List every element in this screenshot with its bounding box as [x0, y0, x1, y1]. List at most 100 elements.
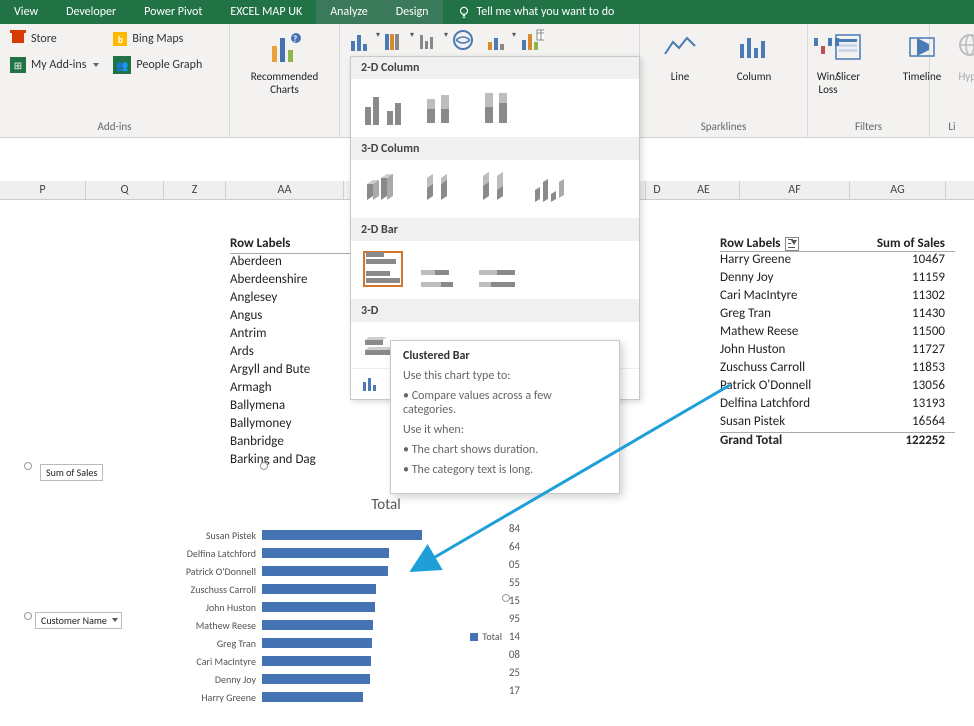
tab-powerpivot[interactable]: Power Pivot — [130, 0, 216, 24]
axis-fragment: 84640555159514082517 — [500, 520, 520, 700]
hyperlink-button[interactable]: Hype — [940, 28, 974, 87]
chart-bar-row[interactable]: Mathew Reese — [156, 616, 436, 634]
legend-swatch — [470, 633, 478, 641]
chart-bar-row[interactable]: Susan Pistek — [156, 526, 436, 544]
tab-analyze[interactable]: Analyze — [316, 0, 382, 24]
pivot-left-row[interactable]: Ballymoney — [230, 416, 358, 434]
tab-view[interactable]: View — [0, 0, 52, 24]
peoplegraph-label: People Graph — [136, 58, 202, 72]
pivot-right-row[interactable]: Delfina Latchford13193 — [720, 396, 955, 414]
tellme-search[interactable]: Tell me what you want to do — [443, 5, 629, 19]
slicer-button[interactable]: Slicer — [818, 28, 878, 87]
col-header-q[interactable]: Q — [86, 181, 164, 199]
chart-field-customer[interactable]: Customer Name — [35, 612, 122, 629]
bingmaps-button[interactable]: b Bing Maps — [113, 28, 202, 50]
bar-label: Greg Tran — [156, 637, 256, 650]
pivot-left-row[interactable]: Aberdeen — [230, 254, 358, 272]
col-header-ae[interactable]: AE — [668, 181, 740, 199]
stacked100-column-option[interactable] — [479, 89, 519, 125]
3d-stacked-option[interactable] — [419, 168, 461, 206]
col-header-z[interactable]: Z — [164, 181, 226, 199]
pivot-left-header[interactable]: Row Labels — [230, 236, 358, 254]
pivot-right-row[interactable]: Denny Joy11159 — [720, 270, 955, 288]
sort-icon[interactable] — [785, 237, 799, 251]
pivot-right-row[interactable]: Zuschuss Carroll11853 — [720, 360, 955, 378]
pivot-chart[interactable]: Sum of Sales Customer Name Total Susan P… — [26, 464, 506, 706]
pivot-left-row[interactable]: Aberdeenshire — [230, 272, 358, 290]
bar-label: Susan Pistek — [156, 529, 256, 542]
3d-stacked100-option[interactable] — [475, 168, 517, 206]
chart-bar-row[interactable]: Delfina Latchford — [156, 544, 436, 562]
sparkline-column-button[interactable]: Column — [724, 28, 784, 87]
chart-bar-row[interactable]: Patrick O'Donnell — [156, 562, 436, 580]
sparkline-line-button[interactable]: Line — [650, 28, 710, 87]
pivot-left-row[interactable]: Argyll and Bute — [230, 362, 358, 380]
tab-developer[interactable]: Developer — [52, 0, 130, 24]
chart-legend[interactable]: Total — [470, 630, 502, 643]
insert-stock-chart-button[interactable]: ▾ — [418, 28, 442, 52]
3d-column-option[interactable] — [531, 168, 573, 206]
clustered-column-option[interactable] — [363, 89, 403, 125]
column-icon — [737, 32, 771, 66]
myaddins-button[interactable]: ⊞ My Add-ins — [10, 54, 99, 76]
pivot-right-row[interactable]: Harry Greene10467 — [720, 252, 955, 270]
hyperlink-label: Hype — [958, 70, 974, 83]
tooltip-line: Use it when: — [403, 423, 607, 437]
recommended-charts-button[interactable]: ? Recommended Charts — [240, 28, 329, 100]
pivot-left: Row Labels AberdeenAberdeenshireAnglesey… — [230, 236, 358, 470]
pivot-right-row[interactable]: Greg Tran11430 — [720, 306, 955, 324]
insert-combo-chart-button[interactable]: ▾ — [486, 28, 510, 52]
recommended-charts-icon: ? — [268, 32, 302, 66]
stacked100-bar-option[interactable] — [479, 251, 519, 287]
pivot-left-row[interactable]: Angus — [230, 308, 358, 326]
pivot-right-row[interactable]: Patrick O'Donnell13056 — [720, 378, 955, 396]
pivot-right-row[interactable]: John Huston11727 — [720, 342, 955, 360]
bar-label: Zuschuss Carroll — [156, 583, 256, 596]
tab-excelmapuk[interactable]: EXCEL MAP UK — [216, 0, 316, 24]
pivot-right-row[interactable]: Mathew Reese11500 — [720, 324, 955, 342]
resize-handle[interactable] — [260, 462, 268, 470]
bar-label: Patrick O'Donnell — [156, 565, 256, 578]
stacked-column-option[interactable] — [421, 89, 461, 125]
pivot-chart-button[interactable] — [520, 28, 544, 52]
chart-bar-row[interactable]: Harry Greene — [156, 688, 436, 706]
pivot-left-row[interactable]: Ards — [230, 344, 358, 362]
insert-column-chart-button[interactable]: ▾ — [350, 28, 374, 52]
addins-group-label: Add-ins — [10, 118, 219, 137]
pivot-right-header-labels[interactable]: Row Labels — [720, 236, 850, 251]
resize-handle[interactable] — [24, 612, 32, 620]
pivot-left-row[interactable]: Anglesey — [230, 290, 358, 308]
chart-field-sum[interactable]: Sum of Sales — [40, 464, 103, 481]
pivot-right-row[interactable]: Susan Pistek16564 — [720, 414, 955, 432]
pivot-right-row[interactable]: Cari MacIntyre11302 — [720, 288, 955, 306]
chart-bar-row[interactable]: Greg Tran — [156, 634, 436, 652]
chart-bar-row[interactable]: John Huston — [156, 598, 436, 616]
pivot-left-row[interactable]: Banbridge — [230, 434, 358, 452]
store-icon — [10, 29, 26, 49]
col-header-af[interactable]: AF — [740, 181, 850, 199]
tooltip-line: • Compare values across a few categories… — [403, 389, 607, 417]
3d-clustered-option[interactable] — [363, 168, 405, 206]
pivot-left-row[interactable]: Armagh — [230, 380, 358, 398]
resize-handle[interactable] — [24, 462, 32, 470]
chevron-down-icon: ▾ — [410, 30, 414, 40]
bar-label: Mathew Reese — [156, 619, 256, 632]
chart-bar-row[interactable]: Denny Joy — [156, 670, 436, 688]
pivot-left-row[interactable]: Ballymena — [230, 398, 358, 416]
pivot-right-header-values[interactable]: Sum of Sales — [850, 236, 945, 251]
pivot-left-row[interactable]: Antrim — [230, 326, 358, 344]
chart-bar-row[interactable]: Zuschuss Carroll — [156, 580, 436, 598]
chart-bar-row[interactable]: Cari MacIntyre — [156, 652, 436, 670]
col-header-aa[interactable]: AA — [226, 181, 344, 199]
tab-design[interactable]: Design — [382, 0, 443, 24]
col-header-p[interactable]: P — [0, 181, 86, 199]
peoplegraph-button[interactable]: 👥 People Graph — [113, 54, 202, 76]
stacked-bar-option[interactable] — [421, 251, 461, 287]
insert-bar-chart-button[interactable]: ▾ — [384, 28, 408, 52]
col-header-ag[interactable]: AG — [850, 181, 946, 199]
col-header-ad[interactable]: D — [646, 181, 668, 199]
clustered-bar-option[interactable] — [363, 251, 403, 287]
insert-map-chart-button[interactable] — [452, 28, 476, 52]
chevron-down-icon: ▾ — [444, 30, 448, 40]
store-button[interactable]: Store — [10, 28, 99, 50]
